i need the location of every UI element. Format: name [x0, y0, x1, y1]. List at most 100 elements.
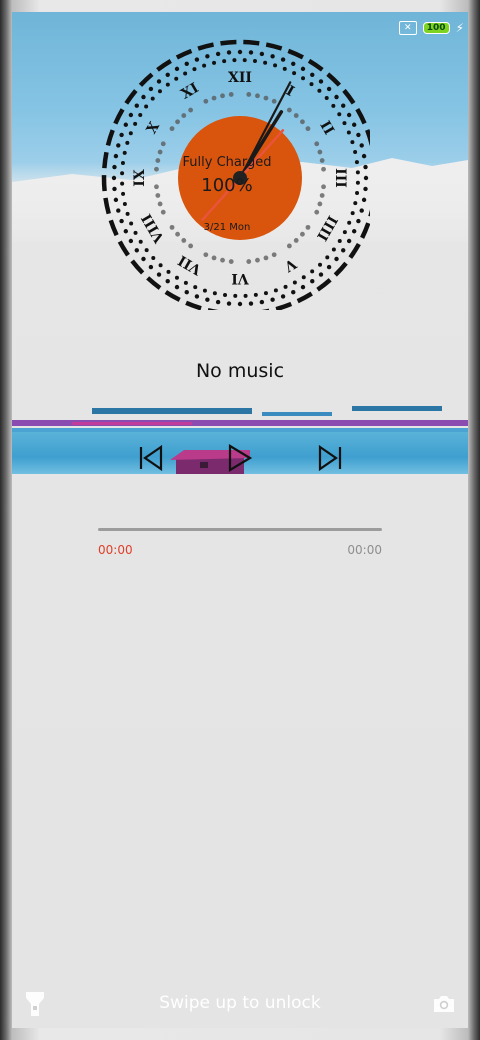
elapsed-time: 00:00: [98, 543, 133, 557]
outer-dot: [194, 57, 200, 62]
minute-marker: [321, 184, 326, 190]
minute-marker: [300, 119, 305, 125]
minute-marker: [263, 95, 269, 101]
outer-dot: [226, 301, 232, 306]
outer-dot: [334, 94, 339, 100]
inner-dot: [263, 60, 268, 65]
inner-dot: [355, 180, 360, 185]
outer-dot: [111, 175, 117, 181]
outer-dot: [363, 164, 368, 170]
inner-dot: [324, 95, 329, 100]
skip-next-icon[interactable]: [314, 442, 344, 474]
outer-dot: [318, 272, 324, 277]
outer-dot: [334, 256, 339, 262]
inner-dot: [138, 239, 143, 244]
inner-dot: [166, 269, 171, 274]
minute-marker: [246, 259, 252, 264]
clock-numeral: XI: [178, 80, 201, 103]
inner-dot: [151, 256, 156, 261]
minute-marker: [154, 166, 159, 172]
outer-dot: [341, 248, 346, 253]
outer-dot: [351, 122, 357, 127]
music-progress-bar[interactable]: [98, 528, 382, 531]
outer-dot: [356, 132, 361, 138]
inner-dot: [273, 63, 278, 68]
inner-dot: [120, 161, 125, 166]
inner-dot: [342, 121, 347, 126]
inner-dot: [192, 67, 197, 72]
outer-dot: [112, 164, 117, 170]
inner-dot: [350, 211, 355, 216]
minute-marker: [319, 193, 325, 198]
inner-dot: [144, 248, 149, 253]
minute-marker: [293, 113, 299, 118]
minute-marker: [255, 257, 260, 263]
outer-dot: [141, 94, 146, 100]
outer-dot: [310, 279, 315, 284]
camera-icon[interactable]: [432, 994, 456, 1014]
minute-marker: [305, 126, 311, 132]
inner-dot: [121, 191, 126, 196]
minute-marker: [188, 243, 194, 249]
outer-dot: [341, 103, 346, 108]
outer-dot: [174, 284, 180, 290]
minute-marker: [160, 209, 166, 215]
minute-marker: [317, 201, 323, 207]
inner-dot: [309, 82, 314, 87]
outer-dot: [194, 294, 200, 299]
inner-dot: [183, 280, 188, 285]
outer-dot: [174, 66, 180, 72]
outer-dot: [113, 197, 119, 203]
inner-dot: [242, 58, 247, 63]
inner-dot: [355, 190, 360, 195]
inner-dot: [122, 201, 127, 206]
outer-dot: [148, 264, 154, 270]
phone-frame: ✕ 100 ⚡ XII I II III IIII V VI VII VIII IX X XI Ful…: [0, 0, 480, 1040]
skip-previous-icon[interactable]: [137, 442, 167, 474]
inner-dot: [193, 285, 198, 290]
inner-dot: [202, 288, 207, 293]
outer-dot: [112, 186, 117, 192]
battery-level: 100: [426, 23, 446, 33]
inner-dot: [183, 71, 188, 76]
outer-dot: [119, 132, 124, 138]
minute-marker: [263, 255, 269, 261]
play-icon[interactable]: [225, 442, 255, 474]
outer-dot: [215, 299, 221, 305]
inner-dot: [138, 112, 143, 117]
outer-dot: [128, 238, 134, 244]
inner-dot: [337, 239, 342, 244]
outer-dot: [300, 66, 306, 72]
inner-dot: [346, 130, 351, 135]
outer-dot: [359, 143, 364, 148]
outer-dot: [205, 54, 210, 59]
swipe-up-hint[interactable]: Swipe up to unlock: [0, 993, 480, 1013]
outer-dot: [113, 153, 119, 159]
minute-marker: [160, 141, 166, 147]
minute-marker: [155, 193, 161, 198]
outer-dot: [165, 279, 170, 284]
status-bar: ✕ 100 ⚡: [398, 20, 464, 36]
outer-dot: [116, 208, 121, 213]
battery-indicator: 100: [422, 22, 450, 34]
minute-marker: [228, 92, 234, 97]
outer-dot: [205, 297, 210, 302]
inner-dot: [347, 220, 352, 225]
inner-dot: [283, 284, 288, 289]
outer-dot: [280, 294, 286, 299]
inner-dot: [212, 60, 217, 65]
inner-dot: [337, 112, 342, 117]
hand-pivot: [233, 171, 247, 185]
minute-marker: [203, 98, 209, 104]
outer-dot: [280, 57, 286, 62]
outer-dot: [184, 289, 189, 295]
outer-dot: [270, 54, 275, 59]
outer-dot: [215, 51, 221, 57]
clock-numeral: VII: [176, 252, 206, 278]
outer-dot: [237, 49, 243, 55]
inner-dot: [158, 263, 163, 268]
outer-dot: [123, 122, 129, 127]
outer-dot: [361, 153, 367, 159]
outer-dot: [363, 186, 368, 192]
outer-dot: [226, 50, 232, 55]
